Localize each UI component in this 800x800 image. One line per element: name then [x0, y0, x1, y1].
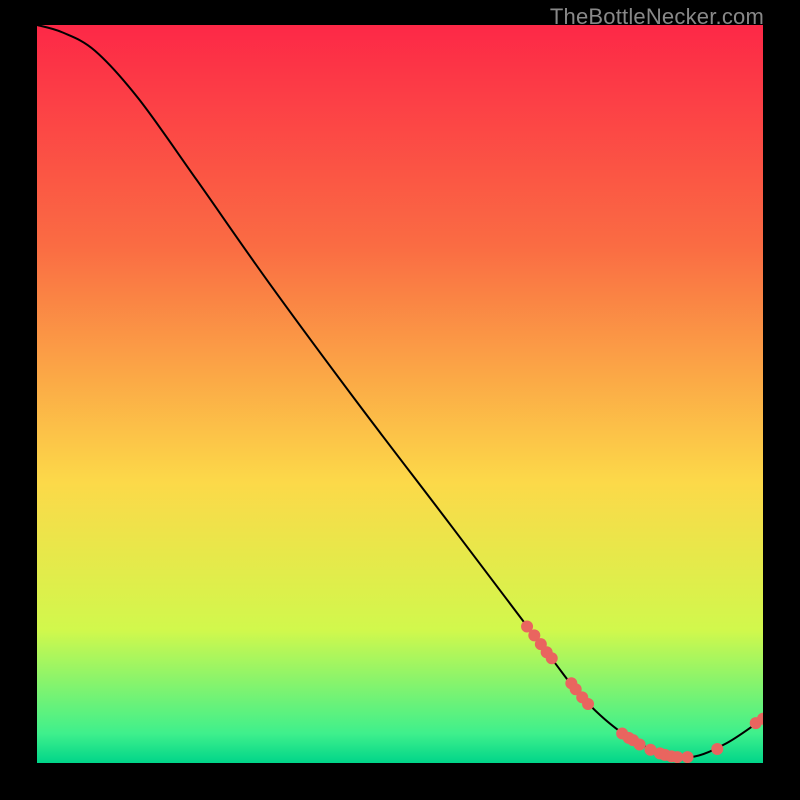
chart-svg — [37, 25, 763, 763]
chart-background — [37, 25, 763, 763]
chart-point — [546, 652, 558, 664]
chart-stage: TheBottleNecker.com — [0, 0, 800, 800]
chart-point — [582, 698, 594, 710]
chart-plot-area — [37, 25, 763, 763]
chart-point — [634, 739, 646, 751]
chart-point — [681, 751, 693, 763]
chart-point — [711, 743, 723, 755]
